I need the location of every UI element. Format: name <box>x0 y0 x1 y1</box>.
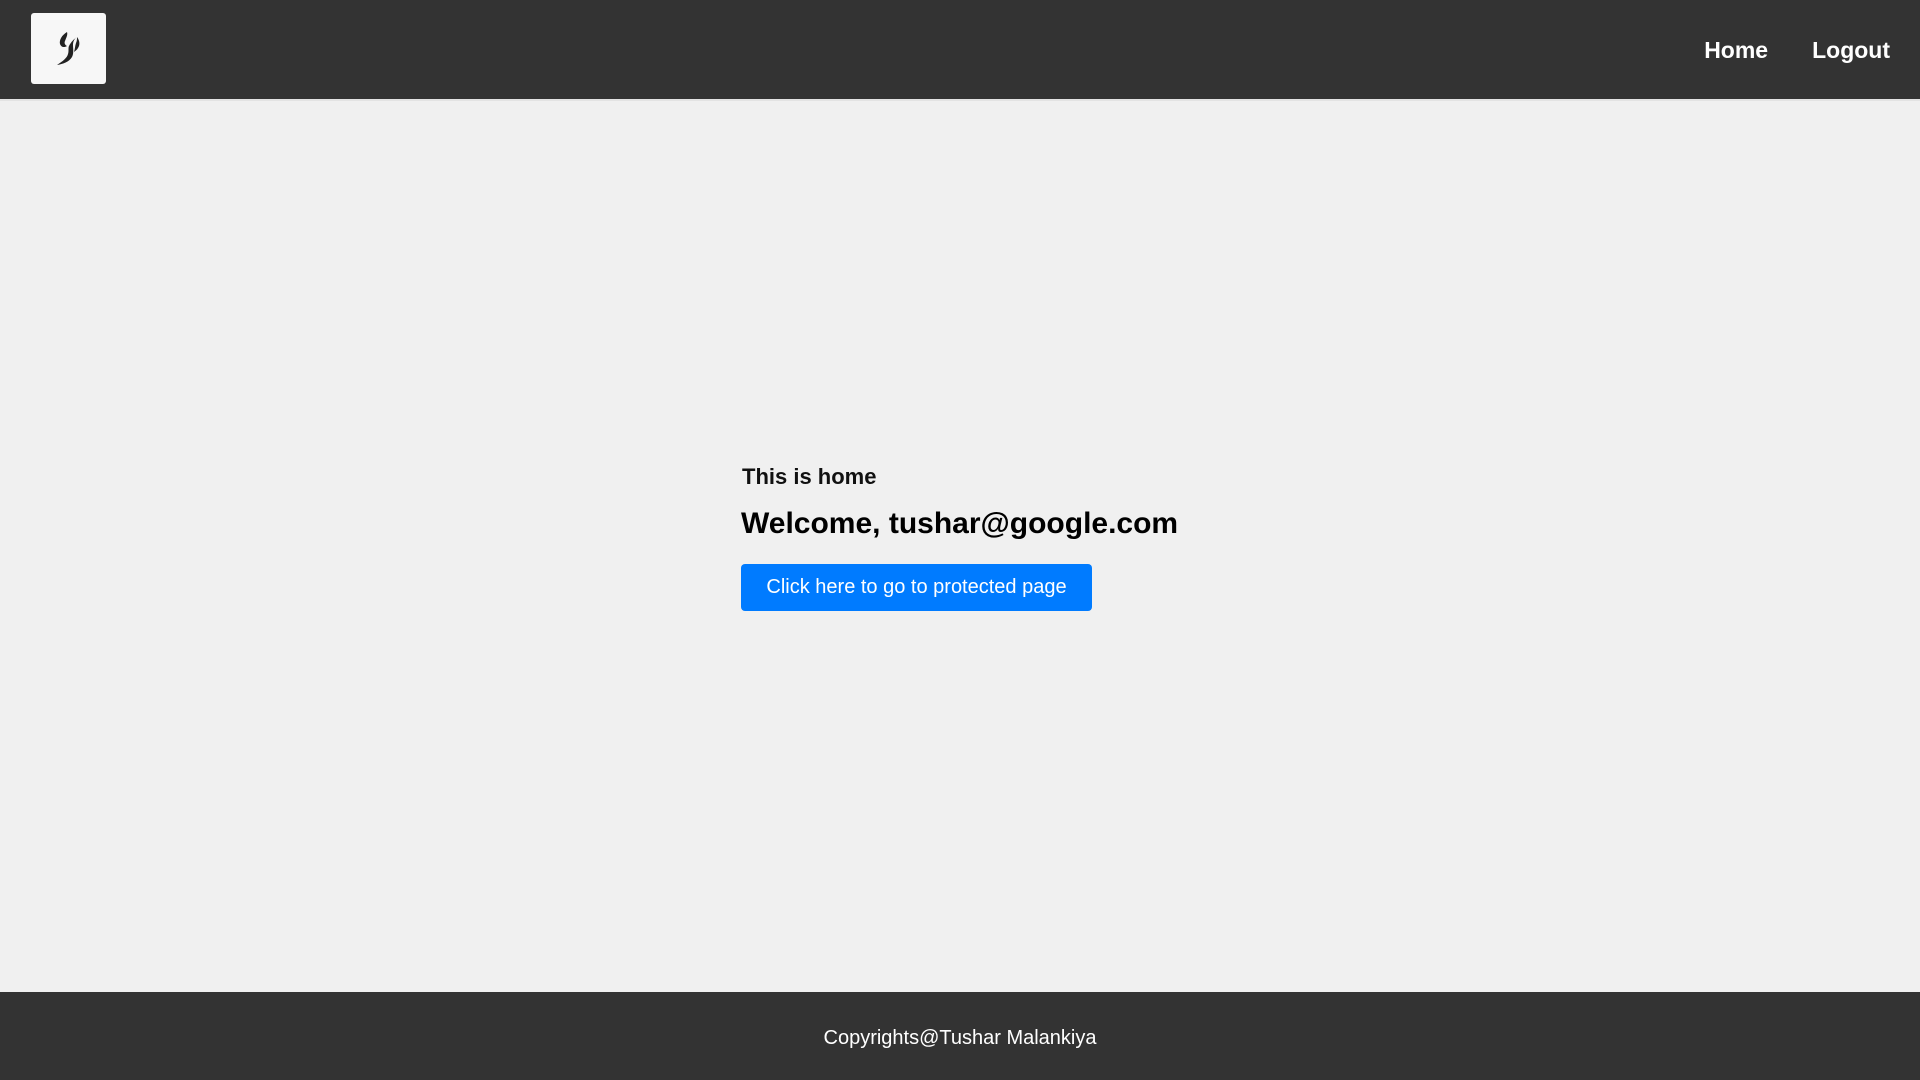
page-subtitle: This is home <box>742 464 877 489</box>
nav-home-link[interactable]: Home <box>1704 36 1768 64</box>
welcome-message: Welcome, tushar@google.com <box>741 507 1179 540</box>
main-content: This is home Welcome, tushar@google.com … <box>741 462 1241 611</box>
main-navigation: Home Logout <box>1704 36 1890 64</box>
go-to-protected-page-button[interactable]: Click here to go to protected page <box>741 564 1092 611</box>
app-logo[interactable] <box>31 13 106 84</box>
flame-leaf-logo-icon <box>57 32 80 65</box>
footer-copyright: Copyrights@Tushar Malankiya <box>823 1027 1097 1049</box>
footer: Copyrights@Tushar Malankiya <box>0 992 1920 1080</box>
top-navbar: Home Logout <box>0 0 1920 101</box>
nav-logout-link[interactable]: Logout <box>1812 36 1890 64</box>
